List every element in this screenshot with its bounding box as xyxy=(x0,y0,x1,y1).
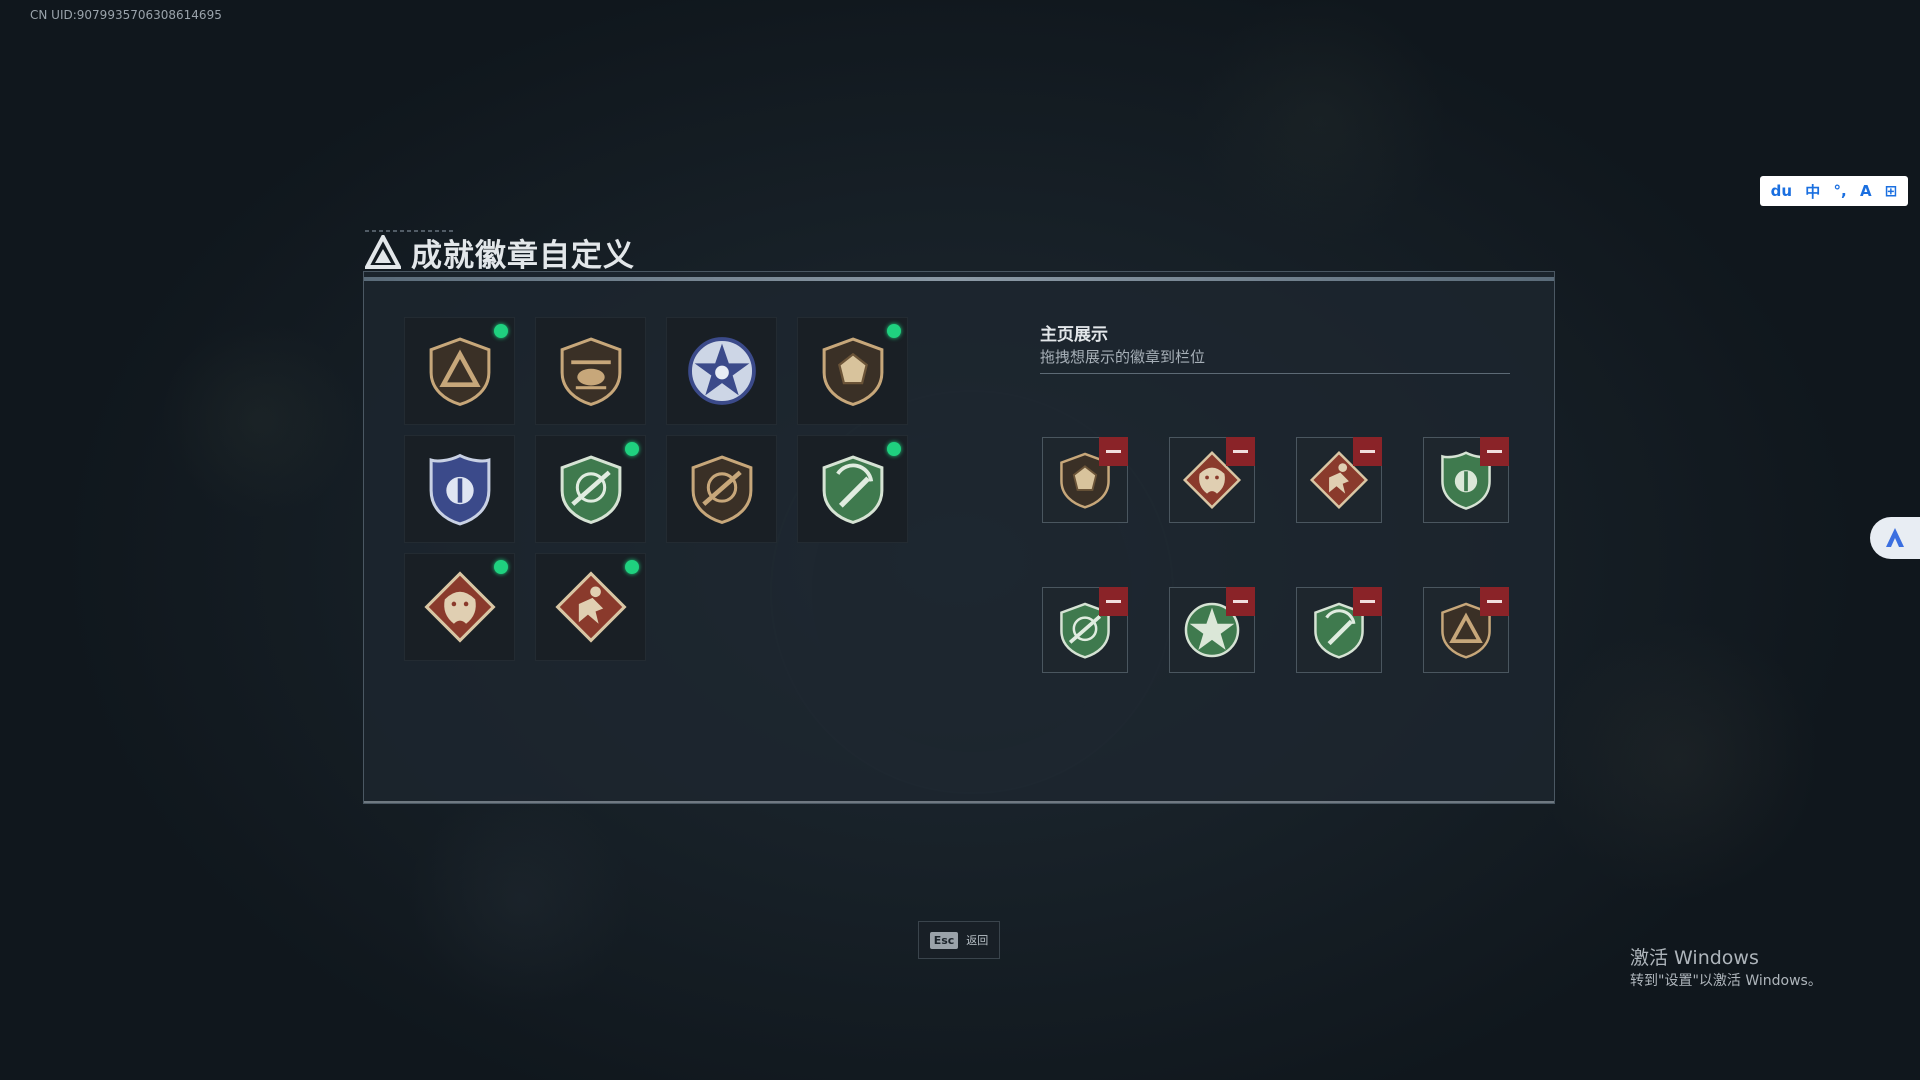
badge-panel: 主页展示 拖拽想展示的徽章到栏位 xyxy=(363,271,1555,804)
showcase-slots xyxy=(1042,437,1509,673)
badge-slot[interactable] xyxy=(535,435,646,543)
badge-slot[interactable] xyxy=(404,317,515,425)
panel-bottom-line xyxy=(364,801,1554,803)
minus-icon xyxy=(1233,600,1248,603)
title-bar: 成就徽章自定义 xyxy=(365,232,635,274)
badge-slot[interactable] xyxy=(404,553,515,661)
tan-triangle-shield-badge-icon xyxy=(422,333,498,409)
showcase-slot[interactable] xyxy=(1042,437,1128,523)
green-rifle-badge-icon xyxy=(553,451,629,527)
showcase-slot[interactable] xyxy=(1042,587,1128,673)
game-logo-icon xyxy=(365,235,401,269)
windows-activation-subtitle: 转到"设置"以激活 Windows。 xyxy=(1630,973,1822,989)
remove-badge-button[interactable] xyxy=(1226,587,1255,616)
badge-slot[interactable] xyxy=(404,435,515,543)
ime-punctuation-icon[interactable]: °, xyxy=(1834,182,1847,200)
minus-icon xyxy=(1487,450,1502,453)
minus-icon xyxy=(1233,450,1248,453)
new-indicator-dot xyxy=(887,442,901,456)
remove-badge-button[interactable] xyxy=(1480,587,1509,616)
red-runner-badge-icon xyxy=(553,569,629,645)
badge-collection-grid xyxy=(404,317,924,661)
remove-badge-button[interactable] xyxy=(1480,437,1509,466)
blue-police-badge-icon xyxy=(422,451,498,527)
remove-badge-button[interactable] xyxy=(1353,437,1382,466)
showcase-title: 主页展示 xyxy=(1040,325,1108,345)
blue-star-badge-icon xyxy=(684,333,760,409)
remove-badge-button[interactable] xyxy=(1099,437,1128,466)
page-title: 成就徽章自定义 xyxy=(411,237,635,274)
ime-logo-icon[interactable]: du xyxy=(1771,182,1792,200)
badge-slot[interactable] xyxy=(535,317,646,425)
showcase-divider xyxy=(1040,373,1510,374)
ime-assistant-icon[interactable]: A xyxy=(1860,182,1872,200)
minus-icon xyxy=(1360,600,1375,603)
assistant-float-button[interactable] xyxy=(1870,517,1920,559)
remove-badge-button[interactable] xyxy=(1226,437,1255,466)
windows-activation-title: 激活 Windows xyxy=(1630,947,1759,969)
ime-toolbar[interactable]: du 中 °, A ⊞ xyxy=(1760,176,1908,206)
uid-label: CN UID:9079935706308614695 xyxy=(30,8,222,22)
badge-slot[interactable] xyxy=(797,435,908,543)
badge-slot[interactable] xyxy=(666,435,777,543)
new-indicator-dot xyxy=(625,442,639,456)
tan-rifle-badge-icon xyxy=(684,451,760,527)
showcase-slot[interactable] xyxy=(1296,587,1382,673)
new-indicator-dot xyxy=(887,324,901,338)
showcase-slot[interactable] xyxy=(1423,437,1509,523)
new-indicator-dot xyxy=(625,560,639,574)
showcase-slot[interactable] xyxy=(1169,437,1255,523)
minus-icon xyxy=(1360,450,1375,453)
ime-grid-icon[interactable]: ⊞ xyxy=(1885,182,1898,200)
ime-chinese-mode[interactable]: 中 xyxy=(1805,181,1820,202)
badge-slot[interactable] xyxy=(535,553,646,661)
remove-badge-button[interactable] xyxy=(1353,587,1382,616)
minus-icon xyxy=(1487,600,1502,603)
gem-shield-badge-icon xyxy=(815,333,891,409)
red-dragon-badge-icon xyxy=(422,569,498,645)
panel-top-bar xyxy=(364,277,1554,281)
badge-slot[interactable] xyxy=(797,317,908,425)
minus-icon xyxy=(1106,450,1121,453)
esc-key: Esc xyxy=(929,931,959,949)
showcase-slot[interactable] xyxy=(1296,437,1382,523)
back-label: 返回 xyxy=(966,934,989,947)
remove-badge-button[interactable] xyxy=(1099,587,1128,616)
minus-icon xyxy=(1106,600,1121,603)
back-button[interactable]: Esc 返回 xyxy=(918,921,1000,959)
showcase-slot[interactable] xyxy=(1169,587,1255,673)
new-indicator-dot xyxy=(494,560,508,574)
badge-slot[interactable] xyxy=(666,317,777,425)
assistant-icon xyxy=(1886,528,1904,547)
showcase-slot[interactable] xyxy=(1423,587,1509,673)
green-knife-badge-icon xyxy=(815,451,891,527)
helicopter-badge-icon xyxy=(553,333,629,409)
new-indicator-dot xyxy=(494,324,508,338)
showcase-subtitle: 拖拽想展示的徽章到栏位 xyxy=(1040,348,1206,366)
